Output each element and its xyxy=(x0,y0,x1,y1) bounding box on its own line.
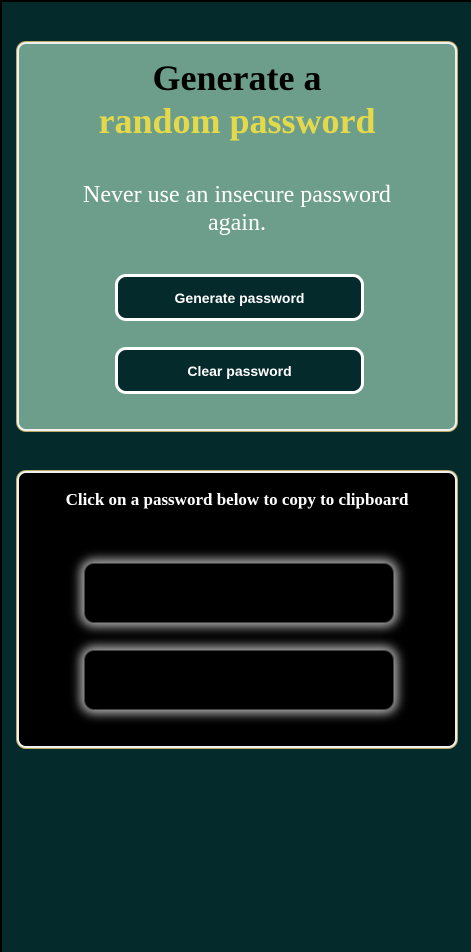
page-title: Generate a xyxy=(152,58,322,98)
generator-card: Generate a random password Never use an … xyxy=(17,42,457,431)
page-title-highlight: random password xyxy=(98,101,376,141)
subtitle: Never use an insecure password again. xyxy=(83,182,391,236)
results-card: Click on a password below to copy to cli… xyxy=(17,471,457,748)
clear-password-button[interactable]: Clear password xyxy=(115,347,364,394)
generate-password-button[interactable]: Generate password xyxy=(115,274,364,321)
copy-instructions: Click on a password below to copy to cli… xyxy=(65,490,409,509)
password-output-1[interactable] xyxy=(84,563,394,623)
password-output-2[interactable] xyxy=(84,650,394,710)
